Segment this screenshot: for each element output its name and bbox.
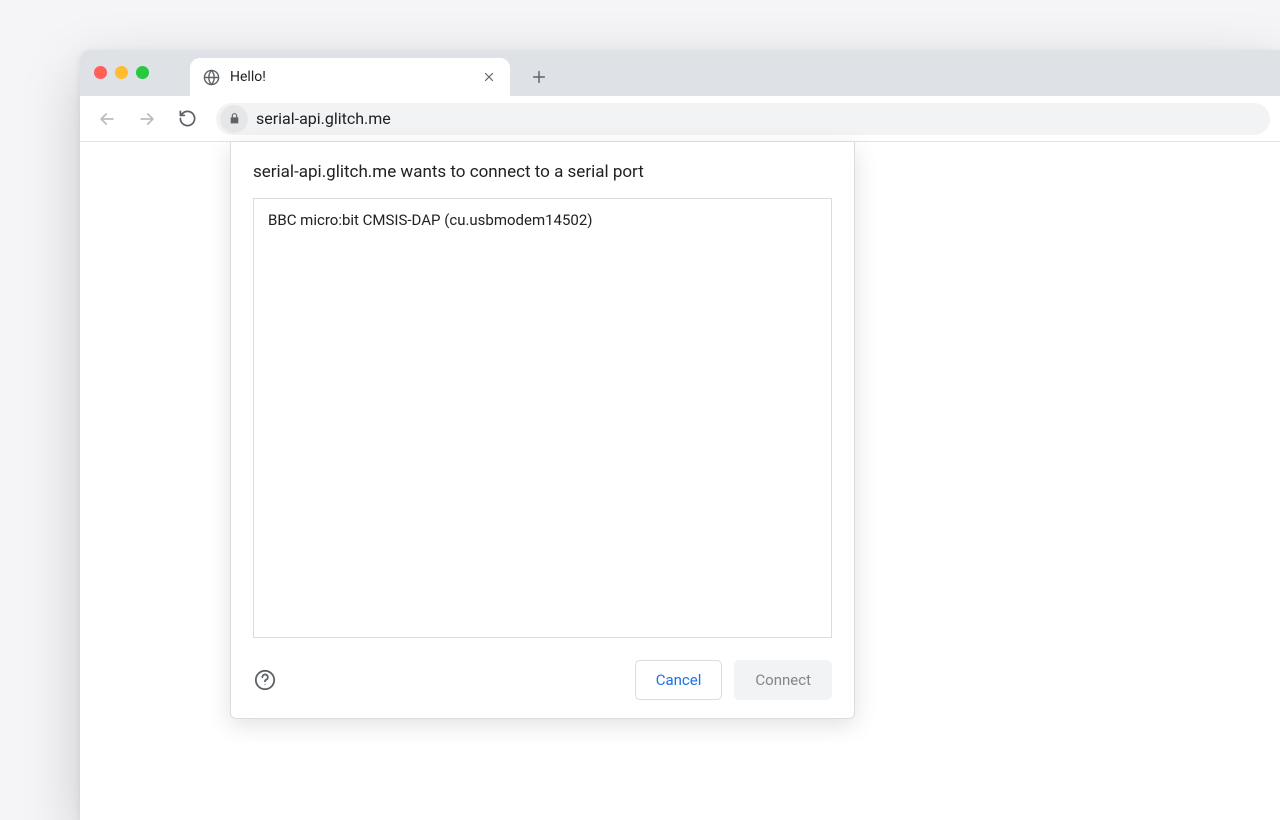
dialog-footer: Cancel Connect bbox=[253, 660, 832, 700]
serial-port-chooser-dialog: serial-api.glitch.me wants to connect to… bbox=[230, 142, 855, 719]
address-bar[interactable]: serial-api.glitch.me bbox=[216, 103, 1270, 135]
browser-window: Hello! bbox=[80, 50, 1280, 820]
content-area: serial-api.glitch.me wants to connect to… bbox=[80, 142, 1280, 820]
url-text: serial-api.glitch.me bbox=[256, 109, 391, 128]
globe-icon bbox=[202, 68, 220, 86]
connect-button[interactable]: Connect bbox=[734, 660, 832, 700]
back-button[interactable] bbox=[90, 102, 124, 136]
window-minimize-button[interactable] bbox=[115, 66, 128, 79]
window-close-button[interactable] bbox=[94, 66, 107, 79]
dialog-title: serial-api.glitch.me wants to connect to… bbox=[253, 162, 832, 182]
lock-icon[interactable] bbox=[220, 105, 248, 133]
device-list-item[interactable]: BBC micro:bit CMSIS-DAP (cu.usbmodem1450… bbox=[254, 199, 831, 241]
toolbar: serial-api.glitch.me bbox=[80, 96, 1280, 142]
tab-close-button[interactable] bbox=[480, 68, 498, 86]
browser-tab[interactable]: Hello! bbox=[190, 58, 510, 96]
reload-button[interactable] bbox=[170, 102, 204, 136]
help-icon[interactable] bbox=[253, 668, 277, 692]
tab-title: Hello! bbox=[230, 69, 470, 85]
forward-button[interactable] bbox=[130, 102, 164, 136]
window-fullscreen-button[interactable] bbox=[136, 66, 149, 79]
device-list[interactable]: BBC micro:bit CMSIS-DAP (cu.usbmodem1450… bbox=[253, 198, 832, 638]
new-tab-button[interactable] bbox=[524, 62, 554, 92]
cancel-button[interactable]: Cancel bbox=[635, 660, 723, 700]
window-controls bbox=[94, 66, 149, 79]
tab-strip: Hello! bbox=[80, 50, 1280, 96]
